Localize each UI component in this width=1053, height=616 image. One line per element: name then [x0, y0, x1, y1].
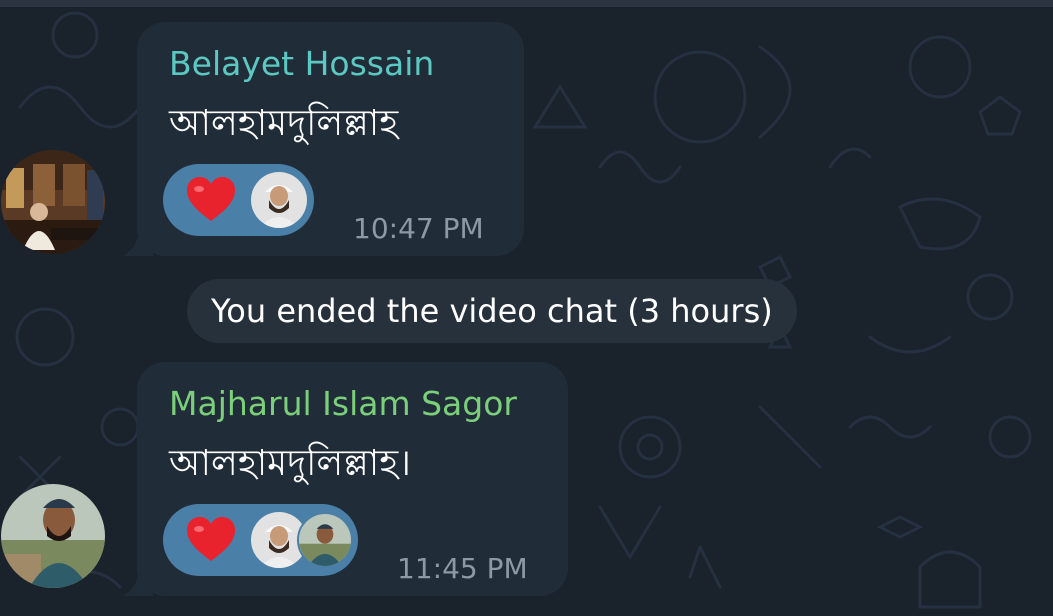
sender-name[interactable]: Belayet Hossain [169, 44, 434, 83]
message-bubble-1[interactable]: Belayet Hossain আলহামদুলিল্লাহ 10:47 PM [123, 22, 524, 256]
sender-name[interactable]: Majharul Islam Sagor [169, 384, 517, 423]
heart-icon [187, 517, 235, 561]
bubble-tail [123, 230, 153, 256]
reaction-pill[interactable] [163, 164, 314, 236]
message-text: আলহামদুলিল্লাহ [169, 103, 399, 144]
heart-icon [187, 177, 235, 221]
avatar-majharul-islam-sagor[interactable] [1, 484, 105, 588]
message-time: 11:45 PM [397, 552, 528, 585]
reaction-pill[interactable] [163, 504, 358, 576]
avatar-belayet-hossain[interactable] [1, 150, 105, 254]
reactor-avatar [297, 512, 353, 568]
message-time: 10:47 PM [353, 212, 484, 245]
message-bubble-2[interactable]: Majharul Islam Sagor আলহামদুলিল্লাহ। 11:… [123, 362, 568, 596]
bubble-tail [123, 570, 153, 596]
service-message-video-chat: You ended the video chat (3 hours) [187, 279, 797, 343]
reactor-avatar [251, 172, 307, 228]
message-text: আলহামদুলিল্লাহ। [169, 443, 412, 484]
top-bar [0, 0, 1053, 7]
